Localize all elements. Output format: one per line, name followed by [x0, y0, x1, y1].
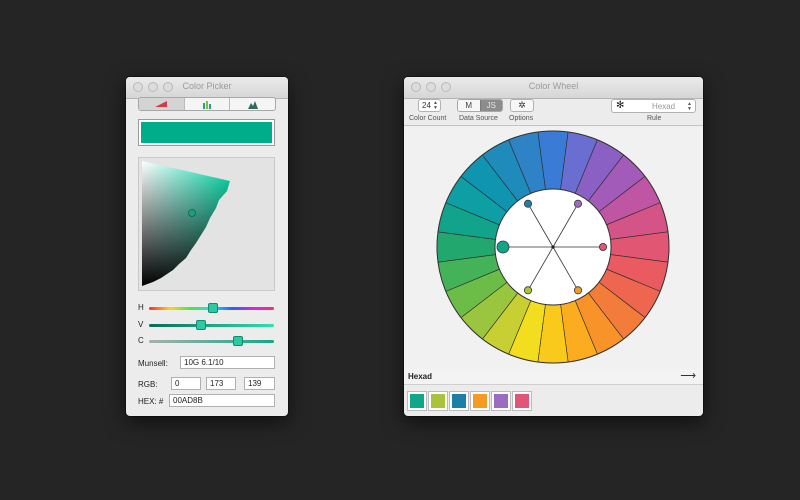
data-source-m[interactable]: M	[458, 100, 480, 111]
value-slider[interactable]: V	[138, 320, 278, 332]
select-arrows-icon: ▲ ▼	[687, 101, 692, 112]
mountain-mode-icon	[247, 100, 258, 109]
color-preview-swatch	[138, 119, 275, 146]
chroma-thumb[interactable]	[233, 336, 243, 346]
hue-thumb[interactable]	[208, 303, 218, 313]
wheel-center-dot	[551, 245, 555, 249]
swatch-6[interactable]	[513, 392, 531, 410]
harmony-handle-6[interactable]	[496, 240, 510, 254]
swatch-5[interactable]	[492, 392, 510, 410]
harmony-handle-3[interactable]	[598, 243, 607, 252]
data-source-caption: Data Source	[459, 115, 498, 122]
hue-slice-plot[interactable]	[138, 157, 275, 291]
color-position-marker	[188, 209, 196, 217]
chart-mode-icon	[203, 100, 211, 109]
chroma-slider[interactable]: C	[138, 336, 278, 348]
harmony-handle-4[interactable]	[573, 286, 582, 295]
swatch-3[interactable]	[450, 392, 468, 410]
hue-slice-graph[interactable]	[139, 158, 276, 292]
triangle-mode-icon	[155, 101, 168, 107]
color-picker-window: Color Picker H V C Munsell: 10G 6.1/10 R…	[126, 77, 288, 416]
mode-tab-triangle[interactable]	[139, 98, 185, 110]
hue-slider[interactable]: H	[138, 303, 278, 315]
data-source-segmented[interactable]: M JS	[457, 99, 503, 112]
title-bar[interactable]: Color Wheel	[404, 77, 703, 99]
options-caption: Options	[509, 115, 534, 122]
harmony-handle-5[interactable]	[524, 286, 533, 295]
data-source-js[interactable]: JS	[479, 100, 502, 111]
green-field[interactable]: 173	[206, 377, 236, 390]
blue-field[interactable]: 139	[244, 377, 275, 390]
rule-caption: Rule	[647, 115, 662, 122]
color-count-stepper[interactable]: 24 ▲ ▼	[418, 99, 441, 112]
rgb-label: RGB:	[138, 380, 158, 389]
window-title: Color Wheel	[528, 81, 579, 91]
toolbar: 24 ▲ ▼ Color Count M JS Data Source ✲ Opt…	[404, 99, 703, 124]
options-button[interactable]: ✲	[510, 99, 534, 112]
swatch-1[interactable]	[408, 392, 426, 410]
gear-icon: ✲	[518, 100, 526, 110]
swatch-4[interactable]	[471, 392, 489, 410]
title-bar[interactable]: Color Picker	[126, 77, 288, 99]
value-thumb[interactable]	[196, 320, 206, 330]
hex-label: HEX: #	[138, 397, 164, 406]
harmony-handle-2[interactable]	[573, 199, 582, 208]
stepper-arrows-icon[interactable]: ▲ ▼	[433, 101, 438, 111]
munsell-label: Munsell:	[138, 359, 168, 368]
harmony-label: Hexad	[408, 372, 433, 381]
picker-mode-selector[interactable]	[138, 97, 276, 111]
window-title: Color Picker	[182, 81, 232, 91]
hex-field[interactable]: 00AD8B	[169, 394, 275, 407]
swatch-2[interactable]	[429, 392, 447, 410]
arrow-right-icon[interactable]: ⟶	[680, 369, 696, 382]
red-field[interactable]: 0	[171, 377, 201, 390]
color-wheel-window: Color Wheel 24 ▲ ▼ Color Count M JS Data …	[404, 77, 703, 416]
mode-tab-mountain[interactable]	[230, 98, 275, 110]
munsell-field[interactable]: 10G 6.1/10	[180, 356, 275, 369]
mode-tab-chart[interactable]	[185, 98, 231, 110]
rule-select[interactable]: ✻ Hexad ▲ ▼	[611, 99, 696, 113]
color-wheel[interactable]	[404, 126, 703, 371]
swatch-list	[408, 392, 531, 410]
harmony-handle-1[interactable]	[524, 199, 533, 208]
hexad-icon: ✻	[616, 100, 625, 111]
color-count-caption: Color Count	[409, 115, 447, 122]
harmony-bar: Hexad ⟶	[404, 369, 703, 385]
color-wheel-area[interactable]	[404, 125, 703, 370]
